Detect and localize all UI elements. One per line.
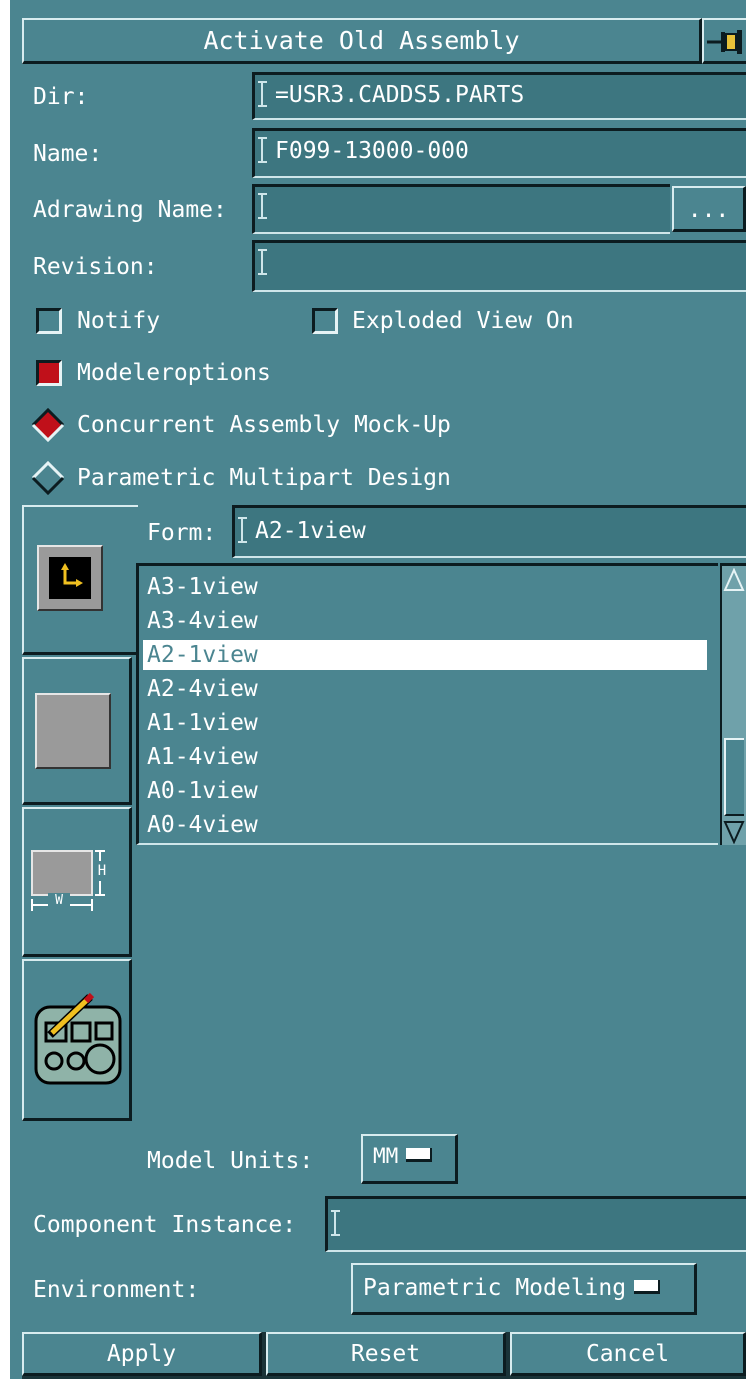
name-field[interactable]: F099-13000-000 <box>252 128 746 178</box>
model-units-value: MM <box>373 1144 399 1168</box>
form-tab-frame <box>37 545 103 611</box>
tab-blank-sheet[interactable] <box>22 657 132 805</box>
text-caret-icon <box>258 248 272 275</box>
option-menu-indicator-icon <box>406 1147 433 1162</box>
height-label: H <box>94 861 110 881</box>
revision-field[interactable] <box>252 240 746 292</box>
revision-label: Revision: <box>33 254 158 280</box>
text-caret-icon <box>331 1209 345 1236</box>
sheet-icon <box>35 693 111 769</box>
name-value: F099-13000-000 <box>275 138 469 164</box>
environment-menu[interactable]: Parametric Modeling <box>351 1263 697 1315</box>
dir-label: Dir: <box>33 84 89 110</box>
adrawing-browse-button[interactable]: ... <box>672 186 746 232</box>
list-item[interactable]: A1-1view <box>143 708 707 738</box>
modeleroptions-checkbox[interactable] <box>36 360 62 386</box>
component-instance-label: Component Instance: <box>33 1212 297 1238</box>
pin-button[interactable] <box>702 18 746 64</box>
window-left-edge <box>0 0 10 1379</box>
text-caret-icon <box>258 136 272 163</box>
exploded-view-checkbox[interactable] <box>312 308 338 334</box>
component-instance-field[interactable] <box>325 1196 746 1252</box>
form-list-scrollbar[interactable] <box>720 563 746 845</box>
notify-checkbox[interactable] <box>36 308 62 334</box>
list-item[interactable]: A3-4view <box>143 606 707 636</box>
pencil-palette-icon <box>34 992 122 1085</box>
tab-drawing-form[interactable] <box>22 505 138 655</box>
name-label: Name: <box>33 141 103 167</box>
width-label: W <box>48 893 70 909</box>
text-caret-icon <box>258 80 272 107</box>
form-value: A2-1view <box>255 518 366 544</box>
parametric-multipart-radio[interactable] <box>31 461 65 495</box>
scroll-up-arrow-icon[interactable] <box>723 568 745 592</box>
cancel-button[interactable]: Cancel <box>510 1332 746 1376</box>
list-item-selected[interactable]: A2-1view <box>143 640 707 670</box>
reset-button[interactable]: Reset <box>266 1332 506 1376</box>
scroll-thumb[interactable] <box>724 738 744 816</box>
notify-label: Notify <box>77 308 161 334</box>
form-field[interactable]: A2-1view <box>232 505 746 558</box>
form-list[interactable]: A3-1view A3-4view A2-1view A2-4view A1-1… <box>136 563 718 845</box>
option-menu-indicator-icon <box>634 1279 661 1294</box>
exploded-view-label: Exploded View On <box>352 308 574 334</box>
dir-field[interactable]: =USR3.CADDS5.PARTS <box>252 72 746 120</box>
concurrent-assembly-radio[interactable] <box>31 408 65 442</box>
size-icon <box>31 850 105 911</box>
model-units-label: Model Units: <box>147 1148 314 1174</box>
tab-modeler[interactable] <box>22 959 132 1121</box>
form-label: Form: <box>147 520 217 546</box>
adrawing-name-label: Adrawing Name: <box>33 197 227 223</box>
adrawing-name-field[interactable] <box>252 184 670 234</box>
list-item[interactable]: A0-4view <box>143 810 707 840</box>
model-units-menu[interactable]: MM <box>361 1134 458 1184</box>
environment-label: Environment: <box>33 1277 200 1303</box>
environment-value: Parametric Modeling <box>363 1275 627 1301</box>
tab-sheet-size[interactable]: W H <box>22 807 132 957</box>
list-item[interactable]: A1-4view <box>143 742 707 772</box>
apply-button[interactable]: Apply <box>22 1332 262 1376</box>
scroll-down-arrow-icon[interactable] <box>723 820 745 844</box>
window-title: Activate Old Assembly <box>22 18 702 64</box>
list-item[interactable]: A0-1view <box>143 776 707 806</box>
concurrent-assembly-label: Concurrent Assembly Mock-Up <box>77 412 451 438</box>
list-item[interactable]: A2-4view <box>143 674 707 704</box>
text-caret-icon <box>258 192 272 219</box>
modeleroptions-label: Modeleroptions <box>77 360 271 386</box>
parametric-multipart-label: Parametric Multipart Design <box>77 465 451 491</box>
dir-value: =USR3.CADDS5.PARTS <box>275 82 525 108</box>
text-caret-icon <box>238 516 252 543</box>
pin-icon <box>707 30 742 54</box>
list-item[interactable]: A3-1view <box>143 572 707 602</box>
axis-icon <box>49 557 91 599</box>
